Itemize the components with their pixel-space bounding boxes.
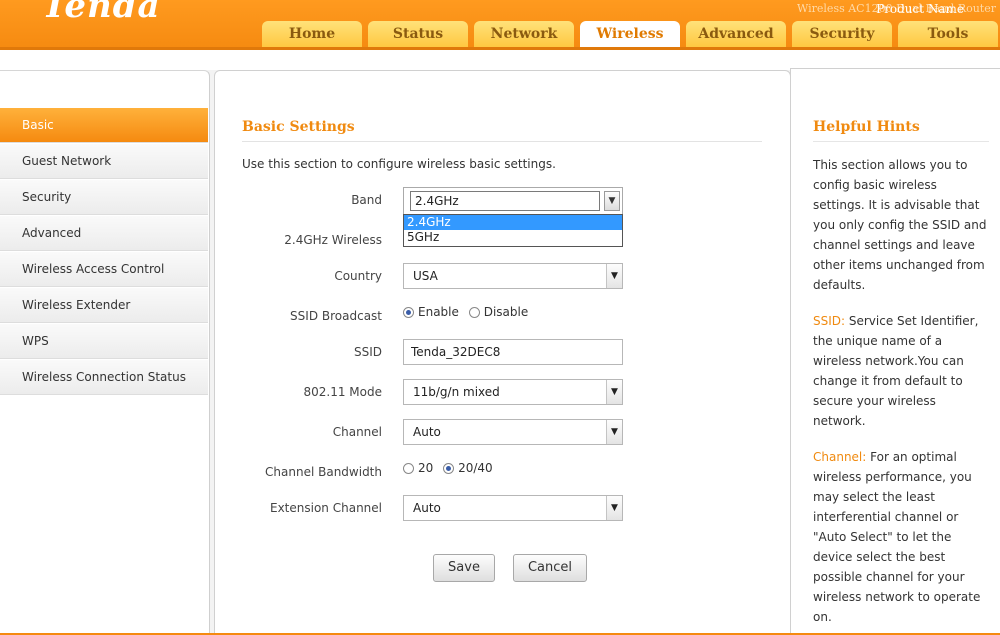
product-name-label: Product Name	[876, 2, 965, 16]
tenda-logo: Tenda	[42, 0, 161, 26]
hint-channel-text: For an optimal wireless performance, you…	[813, 450, 981, 624]
bandwidth-label: Channel Bandwidth	[265, 465, 382, 479]
extension-select[interactable]: Auto ▼	[403, 495, 623, 521]
sidebar-item-guest-network[interactable]: Guest Network	[0, 144, 208, 179]
sidebar-item-wps[interactable]: WPS	[0, 324, 208, 359]
tab-tools[interactable]: Tools	[898, 21, 998, 50]
hints-divider	[813, 141, 989, 142]
chevron-down-icon: ▼	[606, 380, 622, 404]
mode-select[interactable]: 11b/g/n mixed ▼	[403, 379, 623, 405]
country-label: Country	[334, 269, 382, 283]
ssid-broadcast-enable-label: Enable	[418, 305, 459, 319]
bandwidth-radios: 20 20/40	[403, 461, 499, 475]
page-title: Basic Settings	[242, 119, 355, 135]
bandwidth-20-label: 20	[418, 461, 434, 475]
tab-home[interactable]: Home	[262, 21, 362, 50]
hint-ssid-term: SSID:	[813, 314, 846, 328]
mode-select-value: 11b/g/n mixed	[413, 385, 500, 399]
extension-select-value: Auto	[413, 501, 441, 515]
sidebar-item-wireless-extender[interactable]: Wireless Extender	[0, 288, 208, 323]
header: Tenda Product Name Wireless AC1200 Dual …	[0, 0, 1000, 51]
ssid-label: SSID	[353, 345, 382, 359]
sidebar-item-advanced[interactable]: Advanced	[0, 216, 208, 251]
tab-status[interactable]: Status	[368, 21, 468, 50]
main-panel: Basic Settings Use this section to confi…	[214, 70, 791, 635]
band-select[interactable]: 2.4GHz ▼	[403, 187, 623, 215]
chevron-down-icon: ▼	[606, 264, 622, 288]
band-option-5ghz[interactable]: 5GHz	[404, 230, 622, 245]
ssid-broadcast-radios: Enable Disable	[403, 305, 534, 319]
hint-intro: This section allows you to config basic …	[813, 158, 987, 292]
mode-label: 802.11 Mode	[303, 385, 383, 399]
hints-panel: Helpful Hints This section allows you to…	[790, 68, 1000, 635]
sidebar-item-wireless-connection-status[interactable]: Wireless Connection Status	[0, 360, 208, 395]
header-spacer	[0, 50, 1000, 70]
title-divider	[242, 141, 762, 142]
band-label: Band	[351, 193, 382, 207]
save-button[interactable]: Save	[433, 554, 495, 582]
country-select[interactable]: USA ▼	[403, 263, 623, 289]
bandwidth-2040-label: 20/40	[458, 461, 493, 475]
bandwidth-2040-radio[interactable]	[443, 463, 455, 474]
sidebar-item-basic[interactable]: Basic	[0, 108, 208, 143]
band-option-24ghz[interactable]: 2.4GHz	[404, 215, 622, 230]
tab-security[interactable]: Security	[792, 21, 892, 50]
sidebar-item-security[interactable]: Security	[0, 180, 208, 215]
wireless-24-label: 2.4GHz Wireless	[284, 233, 382, 247]
tab-advanced[interactable]: Advanced	[686, 21, 786, 50]
hint-ssid-text: Service Set Identifier, the unique name …	[813, 314, 979, 428]
cancel-button[interactable]: Cancel	[513, 554, 587, 582]
chevron-down-icon: ▼	[606, 420, 622, 444]
hint-ssid: SSID: Service Set Identifier, the unique…	[813, 311, 989, 431]
channel-label: Channel	[332, 425, 382, 439]
hint-channel-term: Channel:	[813, 450, 867, 464]
bandwidth-20-radio[interactable]	[403, 463, 414, 474]
channel-select-value: Auto	[413, 425, 441, 439]
ssid-broadcast-enable-radio[interactable]	[403, 307, 414, 318]
intro-text: Use this section to configure wireless b…	[242, 157, 556, 171]
band-select-value: 2.4GHz	[410, 191, 600, 211]
country-select-value: USA	[413, 269, 438, 283]
band-dropdown-list: 2.4GHz 5GHz	[403, 214, 623, 247]
hint-channel: Channel: For an optimal wireless perform…	[813, 447, 989, 627]
hints-title: Helpful Hints	[813, 119, 920, 135]
ssid-broadcast-label: SSID Broadcast	[290, 309, 382, 323]
sidebar: Basic Guest Network Security Advanced Wi…	[0, 70, 210, 635]
ssid-broadcast-disable-radio[interactable]	[468, 307, 480, 318]
sidebar-item-wireless-access-control[interactable]: Wireless Access Control	[0, 252, 208, 287]
extension-label: Extension Channel	[270, 501, 382, 515]
tab-network[interactable]: Network	[474, 21, 574, 50]
product-name: Product Name Wireless AC1200 Dual Band R…	[797, 2, 996, 16]
chevron-down-icon: ▼	[606, 496, 622, 520]
ssid-broadcast-disable-label: Disable	[483, 305, 529, 319]
channel-select[interactable]: Auto ▼	[403, 419, 623, 445]
ssid-input[interactable]	[403, 339, 623, 365]
chevron-down-icon[interactable]: ▼	[604, 191, 620, 211]
